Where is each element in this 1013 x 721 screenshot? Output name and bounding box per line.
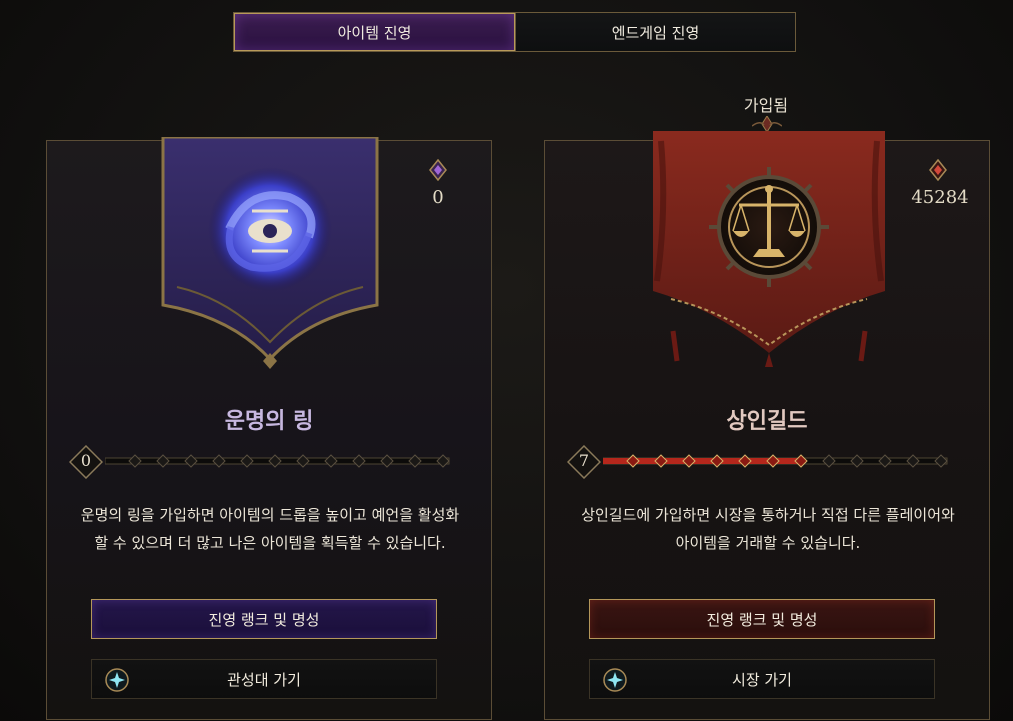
ring-banner-emblem xyxy=(161,137,379,369)
merchant-rank-value: 7 xyxy=(578,451,590,470)
go-to-market-label: 시장 가기 xyxy=(732,670,792,689)
faction-name-ring: 운명의 링 xyxy=(224,409,314,434)
compass-star-icon xyxy=(105,668,129,692)
ring-description: 운명의 링을 가입하면 아이템의 드롭을 높이고 예언을 활성화 할 수 있으며… xyxy=(80,506,460,552)
ring-rank-reputation-button[interactable]: 진영 랭크 및 명성 xyxy=(91,599,437,639)
merchant-rank-reputation-button[interactable]: 진영 랭크 및 명성 xyxy=(589,599,935,639)
merchant-description: 상인길드에 가입하면 시장을 통하거나 직접 다른 플레이어와 아이템을 거래할… xyxy=(581,506,955,552)
faction-card-ring-of-destiny: 0 운명의 링 0 운명의 링을 가입하면 아이템의 드롭을 높이고 예언을 활… xyxy=(46,137,492,720)
joined-label: 가입됨 xyxy=(743,96,789,115)
faction-name-merchant: 상인길드 xyxy=(726,409,808,434)
go-to-observatory-label: 관성대 가기 xyxy=(227,670,301,689)
joined-ornament-icon xyxy=(752,116,782,132)
merchant-currency-value: 45284 xyxy=(911,187,969,208)
tab-endgame-faction[interactable]: 엔드게임 진영 xyxy=(515,13,795,51)
tab-item-faction[interactable]: 아이템 진영 xyxy=(234,13,515,51)
ring-rank-progress: 0 xyxy=(69,443,459,483)
ring-currency-icon xyxy=(429,159,447,181)
go-to-observatory-button[interactable]: 관성대 가기 xyxy=(91,659,437,699)
faction-card-merchant-guild: 45284 상인길드 7 상인길드에 가입하면 시장을 통하거나 직접 다른 플… xyxy=(544,131,990,720)
ring-currency-value: 0 xyxy=(432,187,444,208)
ring-rank-value: 0 xyxy=(80,451,92,470)
go-to-market-button[interactable]: 시장 가기 xyxy=(589,659,935,699)
compass-star-icon xyxy=(603,668,627,692)
faction-tabs: 아이템 진영 엔드게임 진영 xyxy=(233,12,796,52)
merchant-banner-emblem xyxy=(653,131,885,367)
ring-rank-bar xyxy=(105,454,450,468)
merchant-currency-icon xyxy=(929,159,947,181)
merchant-rank-bar xyxy=(603,454,948,468)
merchant-rank-progress: 7 xyxy=(567,443,957,483)
